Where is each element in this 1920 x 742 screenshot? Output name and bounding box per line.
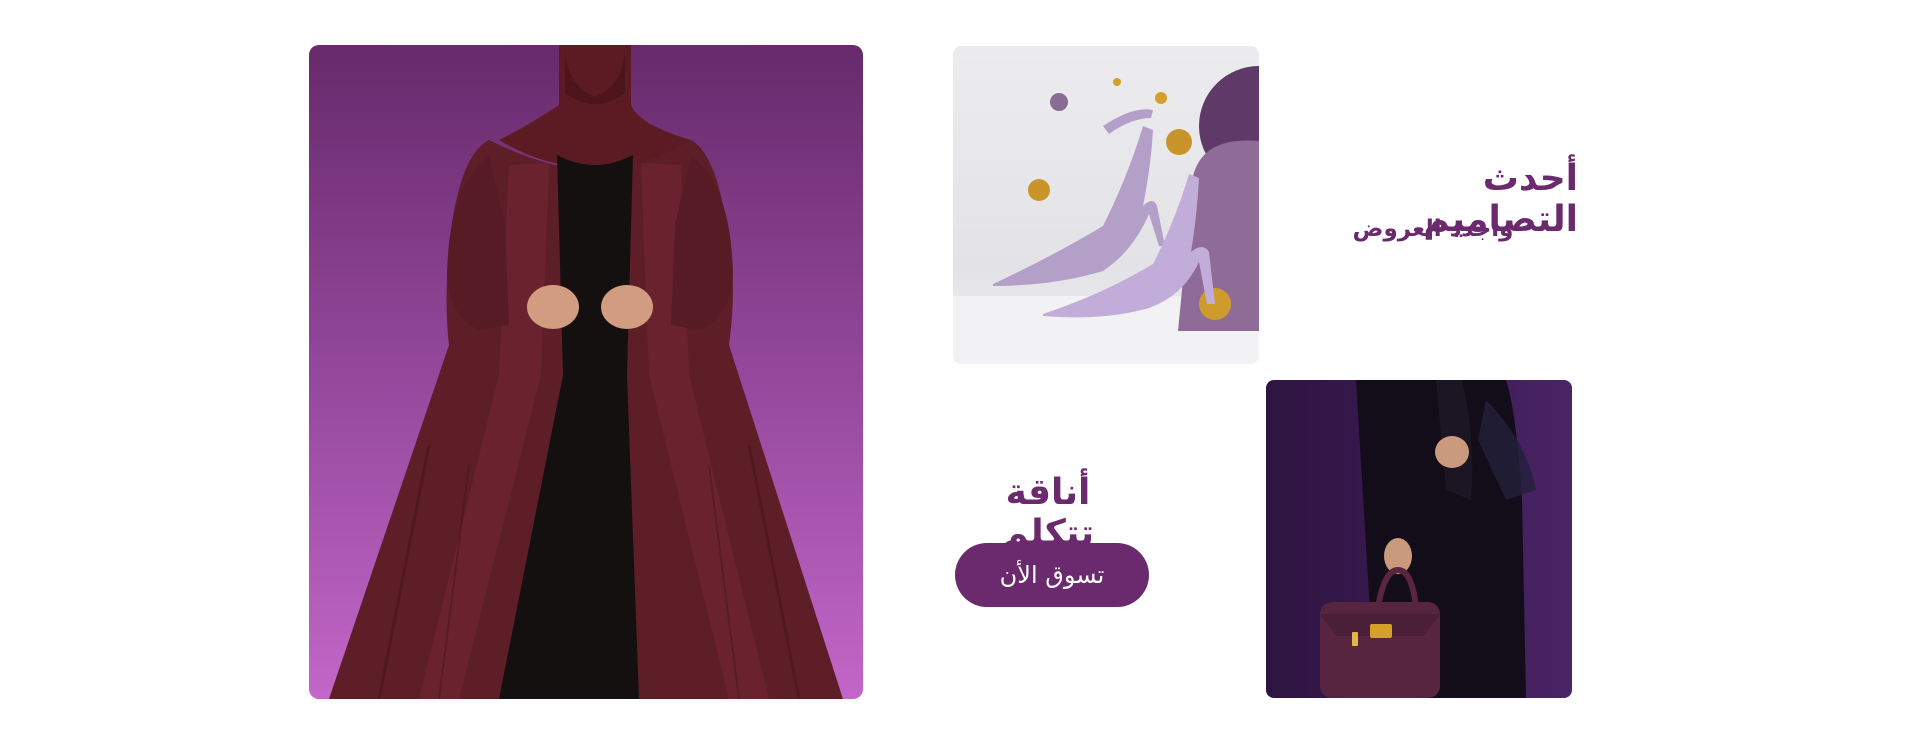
shop-now-button[interactable]: تسوق الأن [955,543,1149,607]
handbag-illustration [1320,380,1536,698]
abaya-illustration [329,45,843,699]
cta-heading: أناقة تتكلم [1001,472,1095,554]
handbag-image [1266,380,1572,698]
promo-subtitle: وأجدد العروض [1352,216,1514,242]
sphere [1028,179,1050,201]
left-heel [993,126,1165,286]
sphere [1050,93,1068,111]
bag-clasp [1370,624,1392,638]
shoes-image [953,46,1259,364]
hijab [499,45,691,168]
right-hand [601,285,653,329]
sphere [1166,129,1192,155]
left-hand [527,285,579,329]
heels-illustration [953,66,1259,364]
hand [1435,436,1469,468]
hero-abaya-image [309,45,863,699]
sphere [1155,92,1167,104]
sphere [1113,78,1121,86]
